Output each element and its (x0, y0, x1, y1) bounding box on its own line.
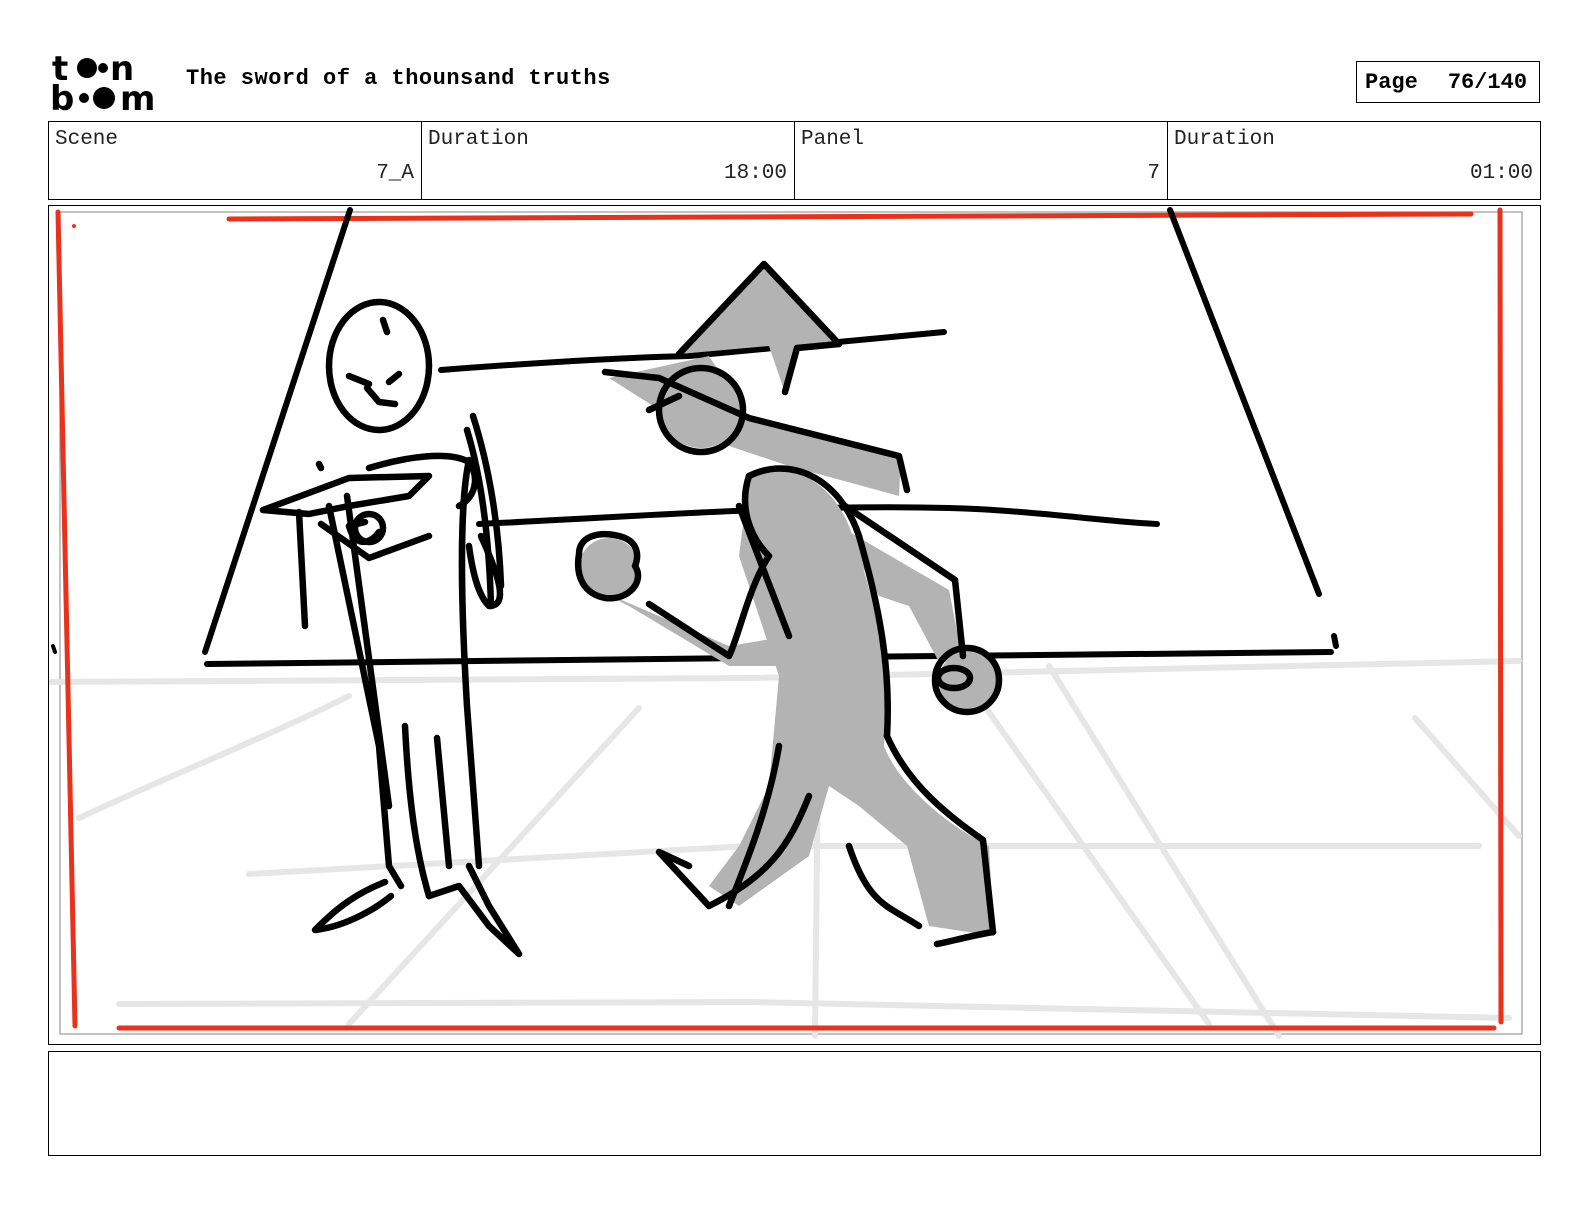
page-number: 76/140 (1447, 69, 1528, 95)
panel-label: Panel (801, 128, 865, 151)
scene-info-bar: Scene 7_A Duration 18:00 Panel 7 Duratio… (48, 121, 1541, 200)
panel-value: 7 (1147, 162, 1160, 185)
svg-text:b: b (50, 79, 74, 114)
storyboard-title: The sword of a thounsand truths (186, 66, 611, 91)
scene-value: 7_A (376, 162, 414, 185)
scene-duration-cell: Duration 18:00 (422, 122, 795, 199)
scene-cell: Scene 7_A (49, 122, 422, 199)
panel-notes (48, 1051, 1541, 1156)
toon-boom-logo: t n b m (50, 49, 168, 119)
storyboard-panel (48, 205, 1541, 1045)
scene-label: Scene (55, 128, 119, 151)
panel-duration-label: Duration (1174, 128, 1275, 151)
panel-drawing (49, 207, 1523, 1039)
scene-duration-value: 18:00 (723, 162, 787, 185)
scene-duration-label: Duration (428, 128, 529, 151)
panel-cell: Panel 7 (795, 122, 1168, 199)
panel-duration-cell: Duration 01:00 (1168, 122, 1540, 199)
svg-text:m: m (120, 79, 155, 114)
character-left-ink (259, 298, 523, 958)
page-indicator: Page 76/140 (1356, 61, 1540, 103)
page-label: Page (1365, 69, 1418, 95)
panel-duration-value: 01:00 (1469, 162, 1533, 185)
